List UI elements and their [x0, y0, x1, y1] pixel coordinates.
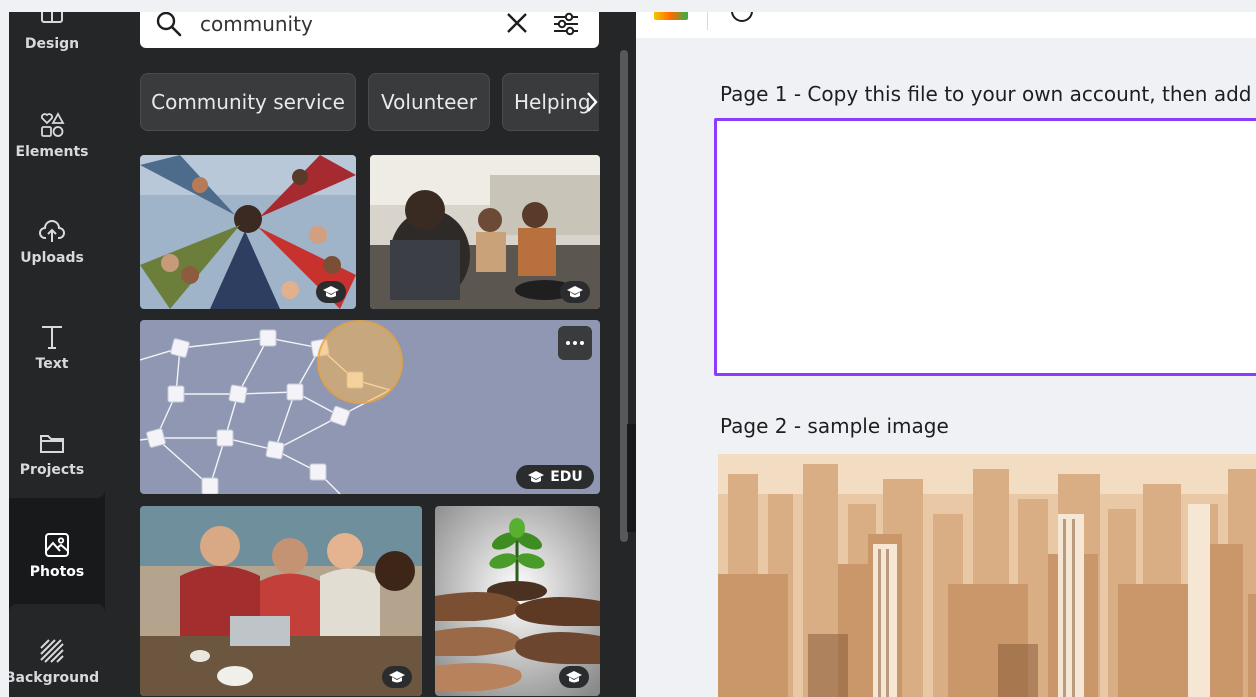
sidebar-item-background[interactable]: Background: [9, 616, 99, 697]
design-canvas: Page 1 - Copy this file to your own acco…: [636, 12, 1256, 697]
graduation-cap-icon: [528, 471, 545, 483]
chip-community-service[interactable]: Community service: [140, 73, 356, 131]
more-options-button[interactable]: [558, 326, 592, 360]
toolbar-icon[interactable]: [731, 12, 753, 22]
sidebar-item-label: Background: [9, 670, 100, 686]
search-input[interactable]: [198, 12, 492, 37]
sidebar-item-uploads[interactable]: Uploads: [9, 196, 95, 286]
photos-panel: Community service Volunteer Helping: [105, 12, 636, 697]
page-1-title[interactable]: Page 1 - Copy this file to your own acco…: [720, 82, 1256, 106]
filter-icon[interactable]: [550, 12, 582, 40]
toolbar-divider: [707, 12, 708, 30]
sidebar-item-label: Projects: [19, 462, 85, 478]
search-icon: [156, 12, 182, 37]
graduation-cap-icon: [323, 286, 339, 298]
side-rail: Design Elements Uploads Text Projects Ph…: [9, 12, 105, 697]
city-skyline-image: [718, 454, 1256, 697]
graduation-cap-icon: [389, 671, 405, 683]
sidebar-item-text[interactable]: Text: [9, 302, 95, 392]
sidebar-item-label: Photos: [29, 564, 85, 580]
premium-badge: [560, 281, 590, 303]
click-highlight: [317, 320, 403, 404]
chip-volunteer[interactable]: Volunteer: [368, 73, 490, 131]
chevron-right-icon: [587, 92, 598, 112]
photo-tile[interactable]: [370, 155, 600, 309]
folder-icon: [40, 435, 64, 453]
layout-icon: [41, 12, 63, 23]
premium-badge: [559, 666, 589, 688]
search-bar: [140, 12, 599, 48]
sidebar-item-label: Uploads: [20, 250, 84, 266]
photo-tile[interactable]: [140, 506, 422, 696]
sidebar-item-photos[interactable]: Photos: [9, 506, 105, 604]
more-dots-icon: [566, 341, 584, 345]
color-swatch-icon[interactable]: [654, 12, 688, 20]
sidebar-item-label: Text: [35, 356, 69, 372]
text-icon: [42, 326, 62, 349]
photo-tile[interactable]: [435, 506, 600, 696]
suggestion-chips: Community service Volunteer Helping: [140, 73, 599, 133]
edu-badge-label: EDU: [550, 469, 583, 485]
graduation-cap-icon: [566, 671, 582, 683]
photo-tile[interactable]: [140, 155, 356, 309]
sidebar-item-elements[interactable]: Elements: [9, 90, 95, 180]
photo-tile[interactable]: EDU: [140, 320, 600, 494]
graduation-cap-icon: [567, 286, 583, 298]
sidebar-item-label: Elements: [15, 144, 89, 160]
shapes-icon: [40, 112, 65, 137]
image-icon: [45, 533, 69, 557]
canvas-toolbar: [636, 12, 1256, 38]
chips-next-button[interactable]: [580, 73, 599, 131]
photo-friends-laptop: [140, 506, 422, 696]
premium-badge: [316, 281, 346, 303]
sidebar-item-design[interactable]: Design: [9, 12, 95, 72]
page-2[interactable]: [718, 454, 1256, 697]
cloud-upload-icon: [39, 220, 65, 242]
clear-search-icon[interactable]: [503, 12, 531, 37]
premium-badge: [382, 666, 412, 688]
hatch-icon: [40, 639, 64, 663]
page-2-title[interactable]: Page 2 - sample image: [720, 414, 949, 438]
edu-badge: EDU: [516, 465, 594, 489]
sidebar-item-projects[interactable]: Projects: [9, 408, 95, 498]
page-1[interactable]: [714, 118, 1256, 376]
editor-window: Design Elements Uploads Text Projects Ph…: [9, 12, 1256, 697]
sidebar-item-label: Design: [24, 36, 80, 52]
